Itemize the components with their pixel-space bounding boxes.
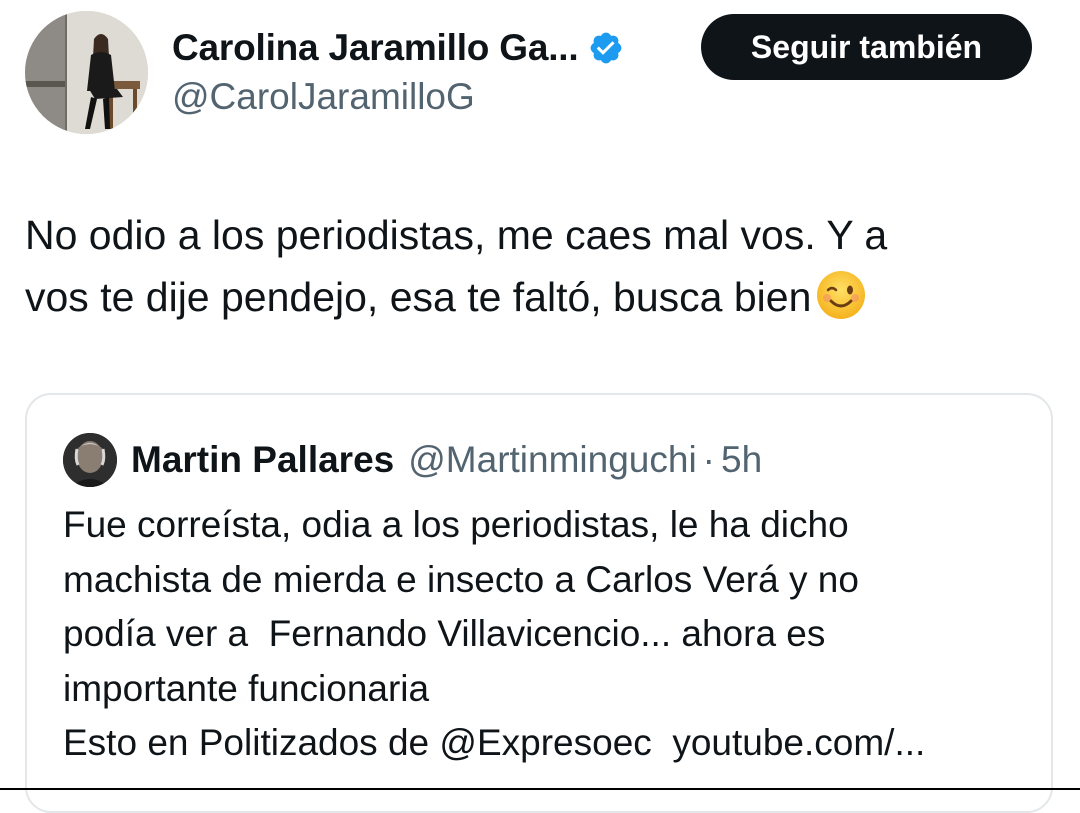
author-handle[interactable]: @CarolJaramilloG <box>172 76 475 118</box>
quoted-author-name[interactable]: Martin Pallares <box>131 435 394 485</box>
profile-photo <box>25 11 148 134</box>
winking-face-emoji-icon <box>815 269 867 321</box>
quoted-text-line: Esto en Politizados de @Expresoec youtub… <box>63 722 926 763</box>
author-avatar[interactable] <box>25 11 148 134</box>
quoted-author-avatar[interactable] <box>63 433 117 487</box>
follow-back-button[interactable]: Seguir también <box>701 14 1032 80</box>
author-display-name[interactable]: Carolina Jaramillo Ga... <box>172 27 579 69</box>
quoted-author-handle[interactable]: @Martinminguchi <box>408 435 696 485</box>
quoted-text-line: importante funcionaria <box>63 667 430 709</box>
quoted-text-line: machista de mierda e insecto a Carlos Ve… <box>63 558 859 600</box>
tweet-text-content: No odio a los periodistas, me caes mal v… <box>25 212 888 320</box>
quoted-profile-photo <box>63 433 117 487</box>
tweet-text: No odio a los periodistas, me caes mal v… <box>25 204 1035 328</box>
quoted-tweet-text: Fue correísta, odia a los periodistas, l… <box>63 498 1043 771</box>
verified-badge-icon <box>588 30 624 66</box>
quoted-text-line: Fue correísta, odia a los periodistas, l… <box>63 504 849 545</box>
quoted-tweet-card[interactable]: Martin Pallares @Martinminguchi · 5h Fue… <box>25 393 1053 813</box>
quoted-tweet-time[interactable]: 5h <box>721 435 762 485</box>
quoted-tweet-header: Martin Pallares @Martinminguchi · 5h <box>131 435 762 485</box>
author-name-row: Carolina Jaramillo Ga... <box>172 22 624 74</box>
separator-dot: · <box>702 439 715 480</box>
quoted-text-line: podía ver a Fernando Villavicencio... ah… <box>63 613 826 654</box>
